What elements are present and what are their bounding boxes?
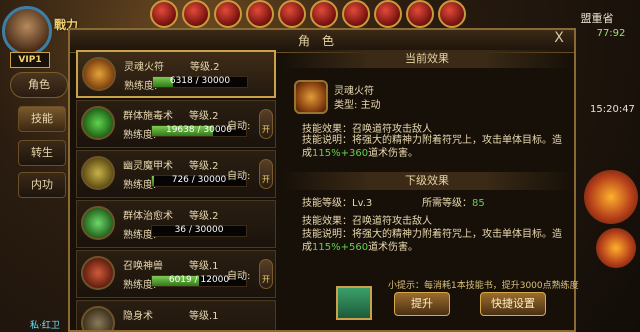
skill-name: 群体治愈术 xyxy=(123,211,173,222)
skill-icon xyxy=(81,256,115,290)
toggle-state: 开 xyxy=(262,275,270,284)
auto-label: 自动: xyxy=(227,271,251,282)
side-tab-skills[interactable]: 技能 xyxy=(18,106,66,132)
player-avatar[interactable] xyxy=(2,6,52,56)
shortcut-settings-button[interactable]: 快捷设置 xyxy=(480,292,546,316)
skill-list: 灵魂火符 等级.2 熟练度: 6318 / 30000 群体施毒术 等级.2 熟练度: 196… xyxy=(76,50,276,330)
hint-text: 小提示：每消耗1本技能书，提升3000点熟练度 xyxy=(388,281,579,291)
side-tab-inner-power[interactable]: 内功 xyxy=(18,172,66,198)
fire-orb-icon[interactable] xyxy=(584,170,638,224)
skill-icon xyxy=(81,206,115,240)
skill-icon xyxy=(81,306,115,330)
skill-level: 等级.1 xyxy=(189,261,219,272)
auto-label: 自动: xyxy=(227,121,251,132)
proficiency-value: 36 / 30000 xyxy=(174,225,224,235)
auto-toggle[interactable]: 开 xyxy=(259,259,273,289)
skill-orb-icon[interactable] xyxy=(596,228,636,268)
skill-level: 等级.2 xyxy=(190,62,220,73)
toggle-state: 开 xyxy=(262,175,270,184)
function-icon[interactable] xyxy=(406,0,434,28)
auto-toggle[interactable]: 开 xyxy=(259,159,273,189)
proficiency-bar: 6318 / 30000 xyxy=(152,76,248,88)
top-function-bar xyxy=(150,0,480,28)
skill-level: 等级.2 xyxy=(189,111,219,122)
next-skill-effect: 技能效果：召唤道符攻击敌人 xyxy=(302,216,432,227)
function-icon[interactable] xyxy=(150,0,178,28)
skill-level: 等级.2 xyxy=(189,161,219,172)
auto-label: 自动: xyxy=(227,171,251,182)
current-skill-name: 灵魂火符 xyxy=(334,86,374,97)
next-skill-description: 技能说明：将强大的精神力附着符咒上，攻击单体目标。造成115%+560道术伤害。 xyxy=(302,228,564,254)
function-icon[interactable] xyxy=(278,0,306,28)
proficiency-value: 6318 / 30000 xyxy=(169,76,231,86)
function-icon[interactable] xyxy=(438,0,466,28)
type-value: 主动 xyxy=(360,100,381,111)
level-label: 技能等级： xyxy=(302,198,352,209)
req-label: 所需等级： xyxy=(422,198,472,209)
req-value: 85 xyxy=(472,198,485,209)
function-icon[interactable] xyxy=(310,0,338,28)
map-location: 盟重省 xyxy=(580,12,614,25)
current-skill-effect: 技能效果：召唤道符攻击敌人 xyxy=(302,124,432,135)
skill-row[interactable]: 召唤神兽 等级.1 熟练度: 6019 / 12000 自动: 开 xyxy=(76,250,276,298)
skill-icon xyxy=(82,57,116,91)
desc-suffix: 道术伤害。 xyxy=(368,148,419,159)
desc-damage: 115%+560 xyxy=(312,242,369,253)
skill-row[interactable]: 群体施毒术 等级.2 熟练度: 19638 / 30000 自动: 开 xyxy=(76,100,276,148)
next-level: 技能等级：Lv.3 xyxy=(302,194,372,209)
function-icon[interactable] xyxy=(342,0,370,28)
clock: 15:20:47 xyxy=(590,104,635,115)
skill-name: 召唤神兽 xyxy=(123,261,163,272)
skill-row[interactable]: 群体治愈术 等级.2 熟练度: 36 / 30000 xyxy=(76,200,276,248)
fire-talisman-icon xyxy=(294,80,328,114)
next-effect-header: 下级效果 xyxy=(282,172,572,190)
close-button[interactable]: X xyxy=(551,30,567,46)
function-icon[interactable] xyxy=(214,0,242,28)
skill-book-icon[interactable] xyxy=(336,286,372,320)
proficiency-bar: 36 / 30000 xyxy=(151,225,247,237)
skill-row[interactable]: 灵魂火符 等级.2 熟练度: 6318 / 30000 xyxy=(76,50,276,98)
side-tab-rebirth[interactable]: 转生 xyxy=(18,140,66,166)
private-chat-label[interactable]: 私·红卫 xyxy=(30,318,70,332)
function-icon[interactable] xyxy=(182,0,210,28)
skill-icon xyxy=(81,106,115,140)
auto-toggle[interactable]: 开 xyxy=(259,109,273,139)
vip-badge[interactable]: VIP1 xyxy=(10,52,50,68)
skill-type: 类型: 主动 xyxy=(334,96,381,111)
skill-row[interactable]: 幽灵魔甲术 等级.2 熟练度: 726 / 30000 自动: 开 xyxy=(76,150,276,198)
skill-row[interactable]: 隐身术 等级.1 xyxy=(76,300,276,330)
side-tab-character[interactable]: 角色 xyxy=(10,72,68,98)
toggle-state: 开 xyxy=(262,125,270,134)
map-coordinates: 77:92 xyxy=(596,28,626,39)
skill-name: 群体施毒术 xyxy=(123,111,173,122)
current-skill-description: 技能说明：将强大的精神力附着符咒上，攻击单体目标。造成115%+360道术伤害。 xyxy=(302,134,564,160)
desc-suffix: 道术伤害。 xyxy=(368,242,419,253)
type-label: 类型: xyxy=(334,100,358,111)
skill-level: 等级.1 xyxy=(189,311,219,322)
skill-name: 隐身术 xyxy=(123,311,153,322)
skill-icon xyxy=(81,156,115,190)
skill-level: 等级.2 xyxy=(189,211,219,222)
desc-damage: 115%+360 xyxy=(312,148,369,159)
required-level: 所需等级：85 xyxy=(422,194,485,209)
current-effect-header: 当前效果 xyxy=(282,50,572,68)
upgrade-button[interactable]: 提升 xyxy=(394,292,450,316)
function-icon[interactable] xyxy=(374,0,402,28)
function-icon[interactable] xyxy=(246,0,274,28)
skill-name: 幽灵魔甲术 xyxy=(123,161,173,172)
skill-name: 灵魂火符 xyxy=(124,62,164,73)
level-value: Lv.3 xyxy=(352,198,373,209)
